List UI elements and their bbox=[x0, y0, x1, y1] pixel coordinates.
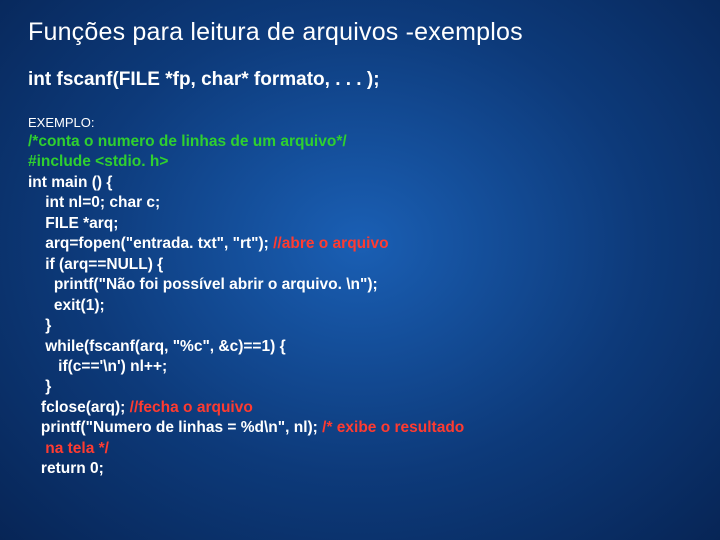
function-signature: int fscanf(FILE *fp, char* formato, . . … bbox=[28, 69, 692, 91]
code-line: printf("Não foi possível abrir o arquivo… bbox=[28, 276, 378, 293]
code-line: return 0; bbox=[28, 460, 104, 477]
code-line: fclose(arq); bbox=[28, 399, 130, 416]
code-comment: /*conta o numero de linhas de um arquivo… bbox=[28, 133, 347, 150]
code-comment-inline: na tela */ bbox=[28, 440, 109, 457]
code-line: arq=fopen("entrada. txt", "rt"); bbox=[28, 235, 273, 252]
code-line: exit(1); bbox=[28, 297, 105, 314]
code-line: int nl=0; char c; bbox=[28, 194, 160, 211]
code-line: if (arq==NULL) { bbox=[28, 256, 163, 273]
code-comment-inline: /* exibe o resultado bbox=[322, 419, 464, 436]
code-line: } bbox=[28, 378, 51, 395]
code-comment-inline: //fecha o arquivo bbox=[130, 399, 253, 416]
slide-title: Funções para leitura de arquivos -exempl… bbox=[28, 18, 692, 47]
code-comment-inline: //abre o arquivo bbox=[273, 235, 388, 252]
code-line: while(fscanf(arq, "%c", &c)==1) { bbox=[28, 338, 286, 355]
code-line: } bbox=[28, 317, 51, 334]
code-line: if(c=='\n') nl++; bbox=[28, 358, 167, 375]
code-include: #include <stdio. h> bbox=[28, 153, 168, 170]
code-block: /*conta o numero de linhas de um arquivo… bbox=[28, 132, 692, 480]
code-line: FILE *arq; bbox=[28, 215, 118, 232]
example-label: EXEMPLO: bbox=[28, 115, 692, 130]
code-line: printf("Numero de linhas = %d\n", nl); bbox=[28, 419, 322, 436]
code-line: int main () { bbox=[28, 174, 112, 191]
